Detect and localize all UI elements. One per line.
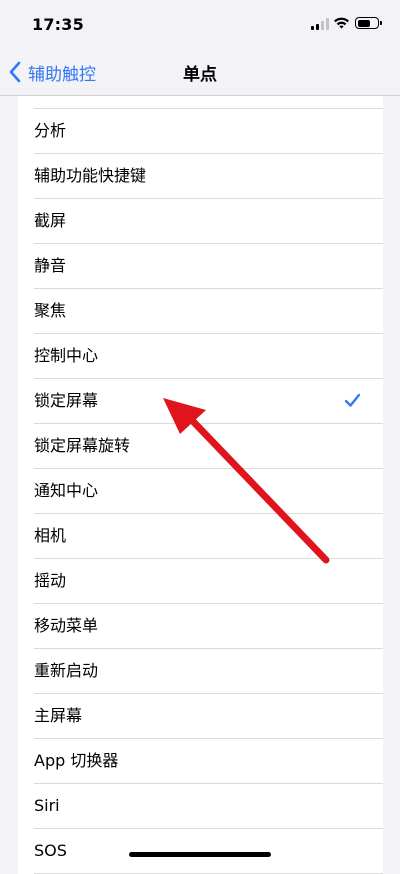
list-item[interactable]: 移动菜单 (18, 604, 383, 649)
list-item-label: 辅助功能快捷键 (34, 166, 147, 185)
list-item[interactable]: 通知中心 (18, 469, 383, 514)
list-item-label: 聚焦 (34, 301, 67, 320)
list-item-label: Siri (34, 796, 60, 815)
list-item[interactable]: 控制中心 (18, 334, 383, 379)
list-item[interactable]: 锁定屏幕 (18, 379, 383, 424)
cellular-signal-icon (311, 18, 329, 30)
list-item-label: 主屏幕 (34, 706, 83, 725)
navigation-bar: 辅助触控 单点 (0, 50, 400, 96)
checkmark-icon (344, 393, 361, 407)
status-time: 17:35 (32, 15, 84, 34)
list-item-label: 通知中心 (34, 481, 99, 500)
list-item-label: 截屏 (34, 211, 67, 230)
list-item-label: 重新启动 (34, 661, 99, 680)
battery-level (357, 19, 371, 27)
list-item[interactable]: 分析 (18, 109, 383, 154)
list-item[interactable]: Siri (18, 784, 383, 829)
action-list: 分析辅助功能快捷键 截屏静音聚焦控制中心锁定屏幕锁定屏幕旋转 通知中心相机摇动移动菜… (18, 96, 383, 874)
list-item[interactable]: 相机 (18, 514, 383, 559)
page-title: 单点 (183, 65, 217, 85)
list-item[interactable]: 主屏幕 (18, 694, 383, 739)
list-item[interactable]: 锁定屏幕旋转 (18, 424, 383, 469)
wifi-icon (334, 17, 349, 29)
battery-icon (355, 17, 382, 29)
list-item-label: 移动菜单 (34, 616, 99, 635)
list-item-label: 锁定屏幕旋转 (34, 436, 131, 455)
home-indicator (129, 852, 271, 857)
list-item-label: 分析 (34, 121, 67, 140)
list-item[interactable]: 摇动 (18, 559, 383, 604)
list-item[interactable]: 截屏 (18, 199, 383, 244)
status-bar: 17:35 (0, 0, 400, 50)
list-item-label: App 切换器 (34, 751, 119, 770)
list-item-label: 控制中心 (34, 346, 99, 365)
list-item[interactable]: 静音 (18, 244, 383, 289)
list-top-edge (34, 96, 383, 109)
list-item-label: 相机 (34, 526, 67, 545)
list-item-label: 摇动 (34, 571, 67, 590)
list-item[interactable]: 聚焦 (18, 289, 383, 334)
list-item-label: 静音 (34, 256, 67, 275)
list-item-label: 锁定屏幕 (34, 391, 99, 410)
list-item[interactable]: App 切换器 (18, 739, 383, 784)
list-item-label: SOS (34, 841, 67, 860)
battery-cap (380, 21, 382, 25)
list-item[interactable]: 重新启动 (18, 649, 383, 694)
list-item[interactable]: 辅助功能快捷键 (18, 154, 383, 199)
